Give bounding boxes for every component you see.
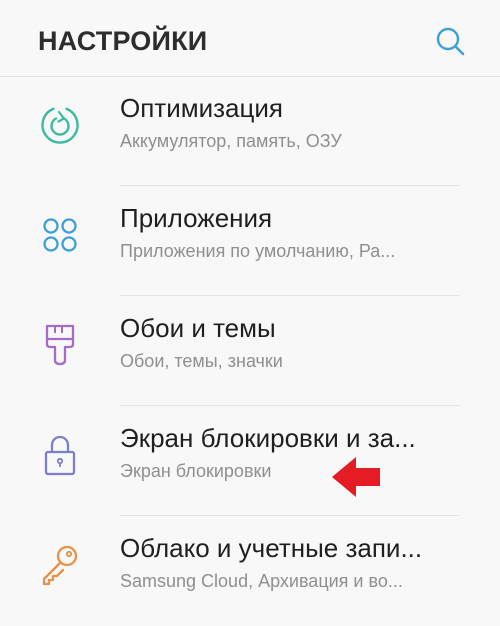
item-title: Обои и темы: [120, 313, 276, 343]
item-subtitle: Samsung Cloud, Архивация и во...: [120, 571, 403, 591]
search-icon: [436, 27, 465, 56]
item-subtitle: Обои, темы, значки: [120, 351, 283, 371]
page-title: НАСТРОЙКИ: [38, 26, 208, 56]
item-subtitle: Аккумулятор, память, ОЗУ: [120, 131, 342, 151]
settings-item-cloud-accounts[interactable]: Облако и учетные запи... Samsung Cloud, …: [0, 516, 500, 626]
item-subtitle: Экран блокировки: [120, 461, 272, 481]
paint-brush-icon: [37, 322, 83, 368]
app-header: НАСТРОЙКИ: [0, 0, 500, 77]
item-title: Приложения: [120, 203, 273, 233]
apps-grid-icon: [37, 212, 83, 258]
item-title: Облако и учетные запи...: [120, 533, 423, 563]
settings-item-lock-screen[interactable]: Экран блокировки и за... Экран блокировк…: [0, 406, 500, 516]
red-arrow-left-icon: [330, 455, 382, 499]
settings-item-apps[interactable]: Приложения Приложения по умолчанию, Ра..…: [0, 186, 500, 296]
lock-icon: [37, 432, 83, 478]
settings-item-wallpapers-themes[interactable]: Обои и темы Обои, темы, значки: [0, 296, 500, 406]
item-title: Оптимизация: [120, 93, 284, 123]
key-icon: [37, 542, 83, 588]
item-subtitle: Приложения по умолчанию, Ра...: [120, 241, 396, 261]
search-button[interactable]: [428, 20, 472, 64]
optimization-icon: [37, 102, 83, 148]
item-title: Экран блокировки и за...: [120, 423, 416, 453]
settings-item-optimization[interactable]: Оптимизация Аккумулятор, память, ОЗУ: [0, 76, 500, 186]
